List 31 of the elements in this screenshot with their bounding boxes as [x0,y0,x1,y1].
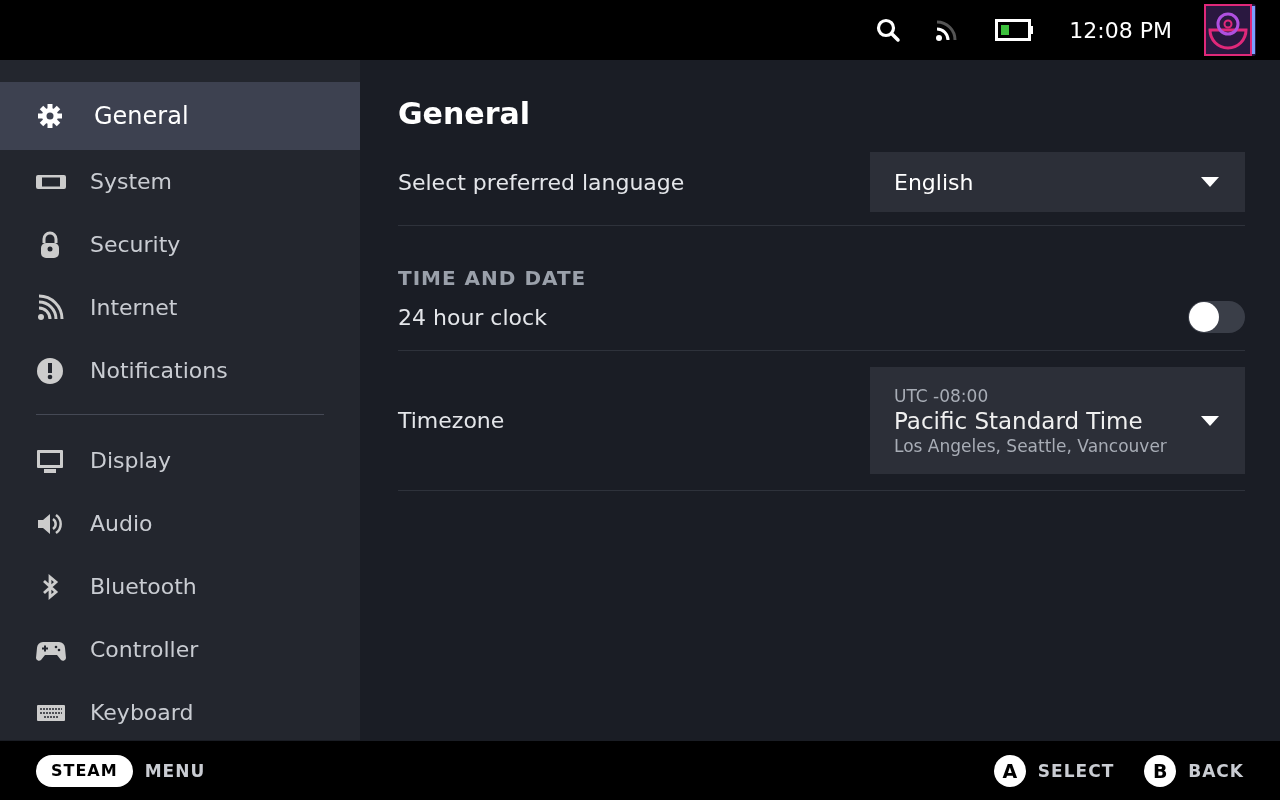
sidebar-item[interactable]: Internet [0,276,360,339]
toggle-switch[interactable] [1188,301,1245,333]
setting-label: 24 hour clock [398,304,547,330]
sidebar-item[interactable]: Audio [0,492,360,555]
section-heading: TIME AND DATE [398,266,588,292]
dropdown-caret-icon [1201,177,1219,187]
button-glyph: A [993,754,1026,787]
sidebar-item[interactable]: Controller [0,618,360,681]
setting-label: Timezone [398,408,505,433]
button-glyph: B [1144,754,1177,787]
exclamation-icon [36,356,66,385]
sidebar-item[interactable]: General [0,82,360,150]
sidebar-item[interactable]: Display [0,429,360,492]
language-dropdown[interactable]: English [870,152,1245,212]
setting-label: Select preferred language [398,169,685,195]
dropdown-caret-icon [1201,415,1219,426]
timezone-dropdown[interactable]: UTC -08:00 Pacific Standard Time Los Angeles, Seattle, Vancouver [870,367,1245,474]
hint-label: SELECT [1037,760,1115,781]
wifi-icon [36,293,66,322]
sidebar-item[interactable]: Security [0,213,360,276]
search-icon[interactable] [875,17,902,43]
sidebar-item[interactable]: Bluetooth [0,555,360,618]
button-glyph: STEAM [36,754,133,787]
battery-icon [995,19,1036,41]
sidebar-item[interactable]: System [0,150,360,213]
sidebar-item[interactable]: Keyboard [0,681,360,744]
hint-label: MENU [144,760,206,781]
sidebar-item[interactable]: Notifications [0,339,360,402]
hint-label: BACK [1188,760,1244,781]
clock-time: 12:08 PM [1069,17,1172,43]
page-title: General [398,96,531,133]
